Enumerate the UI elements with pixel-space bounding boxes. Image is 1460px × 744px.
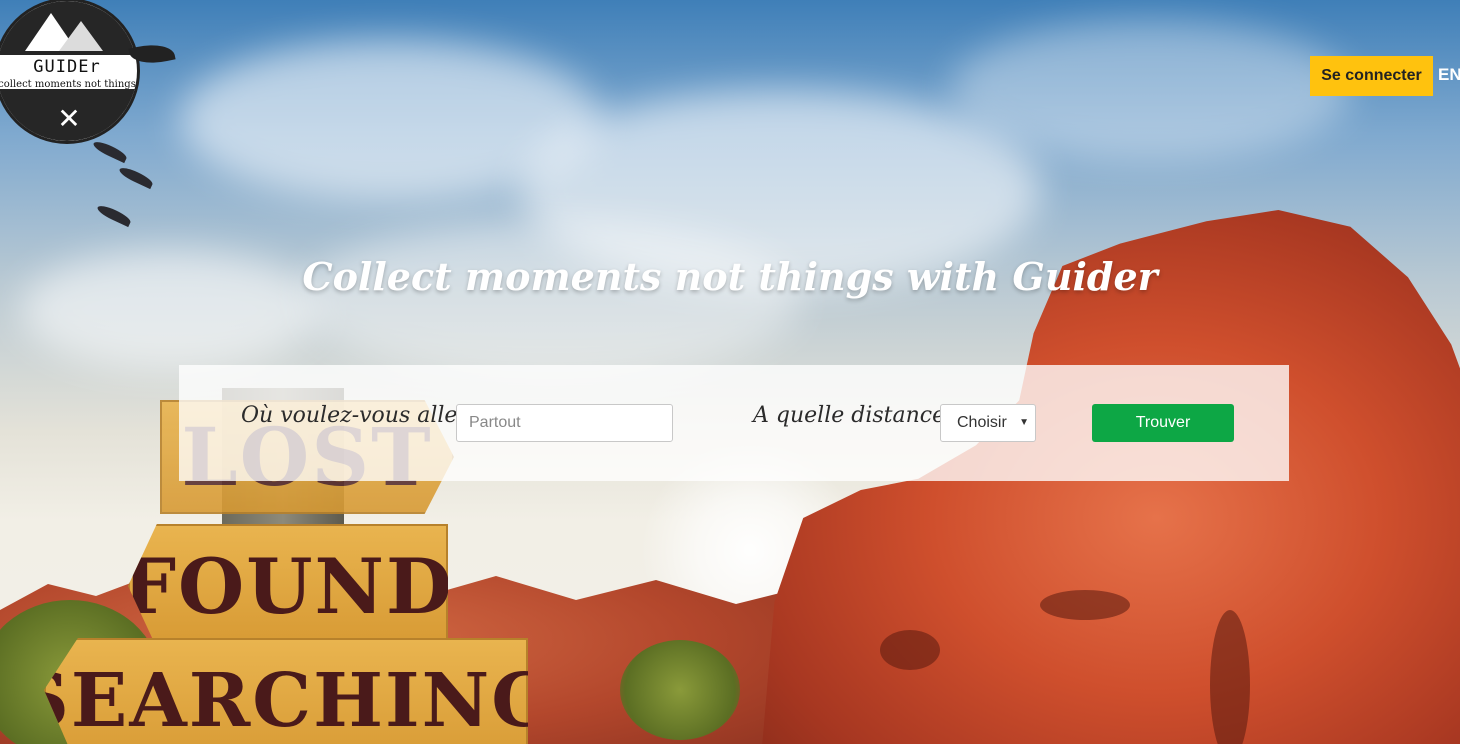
distance-label: A quelle distance ? [753,403,964,428]
destination-input[interactable] [456,404,673,442]
where-label: Où voulez-vous aller ? [241,403,487,428]
distance-selected-value: Choisir [957,414,1007,431]
logo-name: GUIDEr [33,57,101,77]
caret-down-icon: ▼ [1019,417,1029,428]
distance-select[interactable]: Choisir ▼ [940,404,1036,442]
login-button[interactable]: Se connecter [1310,56,1433,96]
search-panel: Où voulez-vous aller ? A quelle distance… [179,365,1289,481]
sign-searching: SEARCHING [44,638,528,744]
find-button[interactable]: Trouver [1092,404,1234,442]
crossed-arrows-icon: ✕ [57,103,81,134]
guider-logo[interactable]: GUIDEr collect moments not things ✕ [0,0,140,144]
language-switch[interactable]: EN [1438,65,1460,85]
sign-found: FOUND [128,524,448,648]
hero-headline: Collect moments not things with Guider [302,254,1158,299]
